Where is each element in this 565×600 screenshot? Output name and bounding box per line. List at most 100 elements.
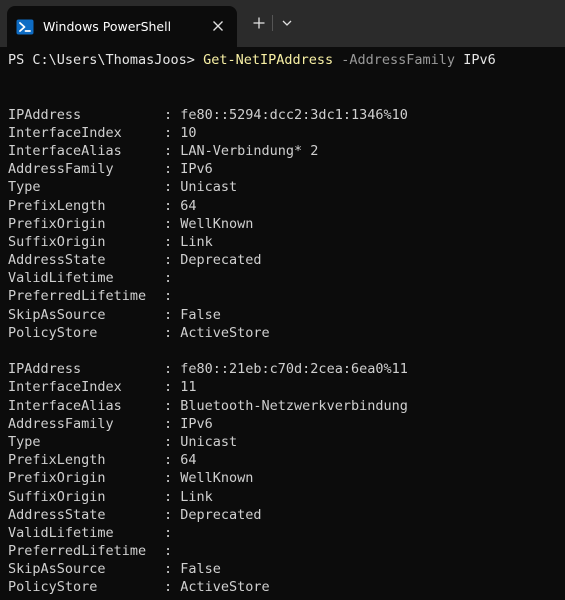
property-separator: : bbox=[164, 142, 181, 159]
property-key: PrefixLength bbox=[8, 452, 106, 469]
property-key: AddressState bbox=[8, 252, 106, 269]
plus-icon bbox=[253, 17, 265, 29]
property-key: ValidLifetime bbox=[8, 524, 114, 541]
property-row: InterfaceAlias: LAN-Verbindung* 2 bbox=[8, 142, 557, 160]
property-value: WellKnown bbox=[180, 215, 254, 232]
property-separator: : bbox=[164, 124, 181, 141]
prompt-text: PS C:\Users\ThomasJoos> bbox=[8, 52, 204, 68]
property-key: PreferredLifetime bbox=[8, 288, 147, 305]
property-key: Type bbox=[8, 179, 41, 196]
property-value: WellKnown bbox=[180, 470, 254, 487]
property-value: ActiveStore bbox=[180, 579, 270, 596]
toolbar-divider bbox=[272, 15, 273, 31]
property-row: InterfaceIndex: 10 bbox=[8, 124, 557, 142]
property-row: PolicyStore: ActiveStore bbox=[8, 578, 557, 596]
property-value: Bluetooth-Netzwerkverbindung bbox=[180, 397, 408, 414]
property-separator: : bbox=[164, 561, 181, 578]
tab-windows-powershell[interactable]: Windows PowerShell bbox=[7, 6, 237, 47]
property-row: PrefixOrigin: WellKnown bbox=[8, 469, 557, 487]
cmdlet-text: Get-NetIPAddress bbox=[203, 52, 334, 68]
property-value: fe80::21eb:c70d:2cea:6ea0%11 bbox=[180, 361, 408, 378]
property-separator: : bbox=[164, 433, 181, 450]
property-value: False bbox=[180, 561, 221, 578]
argument-text: IPv6 bbox=[463, 52, 496, 68]
property-key: PrefixLength bbox=[8, 197, 106, 214]
property-key: PrefixOrigin bbox=[8, 470, 106, 487]
property-row: ValidLifetime: bbox=[8, 524, 557, 542]
property-key: InterfaceIndex bbox=[8, 124, 122, 141]
property-separator: : bbox=[164, 415, 181, 432]
result-records: IPAddress: fe80::5294:dcc2:3dc1:1346%10 I… bbox=[8, 106, 557, 597]
property-value: Unicast bbox=[180, 433, 238, 450]
property-row: SkipAsSource: False bbox=[8, 306, 557, 324]
property-key: SuffixOrigin bbox=[8, 233, 106, 250]
title-bar: Windows PowerShell bbox=[0, 0, 565, 47]
property-value: IPv6 bbox=[180, 161, 213, 178]
property-separator: : bbox=[164, 543, 181, 560]
property-separator: : bbox=[164, 161, 181, 178]
property-value: Deprecated bbox=[180, 252, 262, 269]
property-key: SkipAsSource bbox=[8, 306, 106, 323]
property-value: Unicast bbox=[180, 179, 238, 196]
property-value: Link bbox=[180, 233, 213, 250]
property-separator: : bbox=[164, 233, 181, 250]
tab-dropdown-button[interactable] bbox=[277, 13, 297, 33]
property-separator: : bbox=[164, 270, 181, 287]
property-row: SkipAsSource: False bbox=[8, 560, 557, 578]
property-value: 10 bbox=[180, 124, 197, 141]
property-row: AddressState: Deprecated bbox=[8, 251, 557, 269]
property-separator: : bbox=[164, 361, 181, 378]
property-row: IPAddress: fe80::21eb:c70d:2cea:6ea0%11 bbox=[8, 360, 557, 378]
property-row: IPAddress: fe80::5294:dcc2:3dc1:1346%10 bbox=[8, 106, 557, 124]
property-row: Type: Unicast bbox=[8, 178, 557, 196]
property-key: AddressFamily bbox=[8, 161, 114, 178]
property-separator: : bbox=[164, 324, 181, 341]
property-value: False bbox=[180, 306, 221, 323]
property-separator: : bbox=[164, 452, 181, 469]
property-key: SuffixOrigin bbox=[8, 488, 106, 505]
property-row: SuffixOrigin: Link bbox=[8, 488, 557, 506]
property-separator: : bbox=[164, 506, 181, 523]
property-value: Deprecated bbox=[180, 506, 262, 523]
property-separator: : bbox=[164, 397, 181, 414]
close-icon[interactable] bbox=[208, 16, 228, 36]
terminal-output[interactable]: PS C:\Users\ThomasJoos> Get-NetIPAddress… bbox=[0, 47, 565, 600]
property-row: Type: Unicast bbox=[8, 433, 557, 451]
property-value: ActiveStore bbox=[180, 324, 270, 341]
property-key: InterfaceIndex bbox=[8, 379, 122, 396]
property-value: Link bbox=[180, 488, 213, 505]
property-key: IPAddress bbox=[8, 361, 82, 378]
property-row: PreferredLifetime: bbox=[8, 542, 557, 560]
property-row: PolicyStore: ActiveStore bbox=[8, 324, 557, 342]
property-separator: : bbox=[164, 488, 181, 505]
parameter-text: -AddressFamily bbox=[341, 52, 456, 68]
property-key: InterfaceAlias bbox=[8, 142, 122, 159]
property-key: Type bbox=[8, 433, 41, 450]
property-value: 64 bbox=[180, 197, 197, 214]
property-separator: : bbox=[164, 524, 181, 541]
new-tab-button[interactable] bbox=[249, 13, 269, 33]
property-row: SuffixOrigin: Link bbox=[8, 233, 557, 251]
property-separator: : bbox=[164, 106, 181, 123]
property-key: PolicyStore bbox=[8, 579, 98, 596]
property-key: PreferredLifetime bbox=[8, 543, 147, 560]
property-value: 11 bbox=[180, 379, 197, 396]
property-key: SkipAsSource bbox=[8, 561, 106, 578]
property-key: ValidLifetime bbox=[8, 270, 114, 287]
property-key: PolicyStore bbox=[8, 324, 98, 341]
property-separator: : bbox=[164, 197, 181, 214]
property-key: InterfaceAlias bbox=[8, 397, 122, 414]
property-row: AddressState: Deprecated bbox=[8, 506, 557, 524]
property-row: AddressFamily: IPv6 bbox=[8, 160, 557, 178]
property-separator: : bbox=[164, 215, 181, 232]
property-key: AddressFamily bbox=[8, 415, 114, 432]
property-separator: : bbox=[164, 579, 181, 596]
property-key: IPAddress bbox=[8, 106, 82, 123]
property-key: PrefixOrigin bbox=[8, 215, 106, 232]
powershell-icon bbox=[16, 18, 34, 36]
property-row: ValidLifetime: bbox=[8, 269, 557, 287]
property-key: AddressState bbox=[8, 506, 106, 523]
